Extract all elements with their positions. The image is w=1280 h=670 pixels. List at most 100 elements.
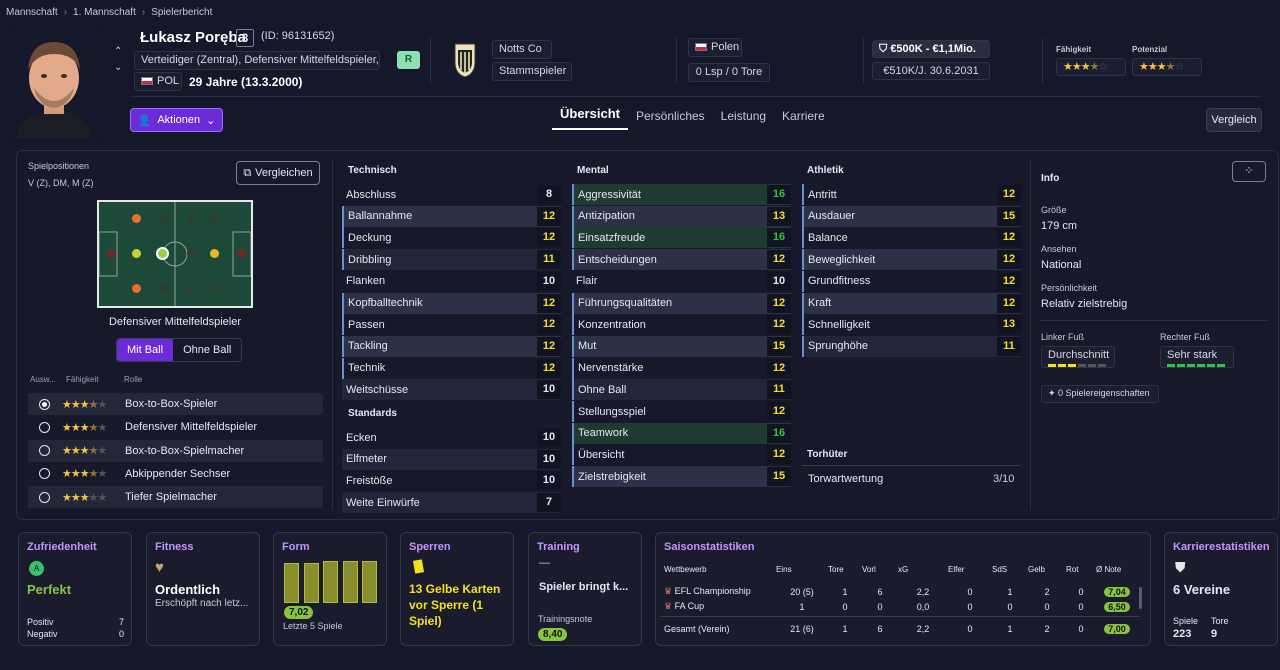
country-name: Polen — [711, 41, 740, 53]
career-title: Karrierestatistiken — [1173, 541, 1270, 553]
role-badge: R — [397, 51, 420, 69]
season-cell: 0 — [1078, 601, 1084, 612]
role-radio[interactable] — [39, 421, 50, 433]
bans-card[interactable]: Sperren 13 Gelbe Karten vor Sperre (1 Sp… — [400, 532, 514, 646]
attribute-value: 12 — [537, 336, 561, 356]
form-card[interactable]: Form 7,02 Letzte 5 Spiele — [273, 532, 387, 646]
role-name: Abkippender Sechser — [125, 467, 231, 480]
position-dot — [132, 214, 141, 223]
season-cell: 0 — [1078, 623, 1084, 634]
negative-value: 0 — [119, 629, 125, 639]
attribute-name: Antizipation — [578, 210, 635, 223]
role-row[interactable]: ★★★★★ Box-to-Box-Spielmacher — [28, 439, 323, 462]
tab-personal[interactable]: Persönliches — [628, 106, 713, 130]
training-card[interactable]: Training — Spieler bringt k... Trainings… — [528, 532, 642, 646]
breadcrumb-item[interactable]: 1. Mannschaft — [73, 7, 136, 18]
season-rating: 7,00 — [1104, 623, 1130, 634]
attribute-row: Stellungsspiel 12 — [572, 401, 791, 422]
attribute-value: 11 — [767, 380, 791, 400]
season-cell: 0 — [842, 601, 848, 612]
player-age: 29 Jahre (13.3.2000) — [189, 75, 303, 89]
tab-overview[interactable]: Übersicht — [552, 106, 628, 130]
club-name[interactable]: Notts Co — [492, 40, 552, 59]
role-radio[interactable] — [39, 491, 50, 503]
fitness-card[interactable]: Fitness ♥ Ordentlich Erschöpft nach letz… — [146, 532, 260, 646]
role-row[interactable]: ★★★★★ Abkippender Sechser — [28, 463, 323, 485]
reputation-label: Ansehen — [1041, 244, 1077, 254]
season-title: Saisonstatistiken — [664, 541, 755, 553]
season-row[interactable]: ♛ EFL Championship 20 (5) 1 6 2,2 0 1 2 0 7,04 — [664, 584, 1138, 599]
attribute-row: Mut 15 — [572, 335, 791, 357]
market-value: ⛉ €500K - €1,1Mio. — [872, 40, 990, 58]
tab-career[interactable]: Karriere — [774, 106, 833, 130]
form-rating-pill: 7,02 — [284, 606, 314, 619]
chevron-down-icon[interactable]: ⌄ — [114, 60, 122, 76]
country-box[interactable]: Polen — [688, 38, 742, 57]
chevron-down-icon: ⌄ — [206, 114, 216, 127]
season-header-cell: Tore — [828, 565, 844, 574]
season-table: Wettbewerb Eins Tore Vorl xG Elfer SdS Gelb Rot Ø… — [664, 565, 1138, 574]
season-row[interactable]: ♛ FA Cup 1 0 0 0,0 0 0 0 0 6,50 — [664, 599, 1138, 614]
role-row[interactable]: ★★★★★ Defensiver Mittelfeldspieler — [28, 416, 323, 438]
attribute-name: Übersicht — [578, 448, 625, 461]
attribute-value: 12 — [767, 250, 791, 270]
mental-title: Mental — [577, 165, 609, 176]
attribute-row: Übersicht 12 — [572, 444, 791, 466]
gk-rating-value: 3/10 — [993, 473, 1015, 485]
info-settings-icon[interactable]: ⁘ — [1232, 161, 1266, 182]
role-row[interactable]: ★★★★★ Tiefer Spielmacher — [28, 486, 323, 509]
attribute-name: Weitschüsse — [346, 383, 409, 396]
player-traits[interactable]: ✦ 0 Spielereigenschaften — [1041, 385, 1159, 403]
attribute-value: 12 — [997, 271, 1021, 291]
club-crest-icon[interactable] — [452, 42, 478, 81]
tab-performance[interactable]: Leistung — [713, 106, 774, 130]
right-foot-value: Sehr stark — [1160, 346, 1234, 368]
attribute-value: 7 — [537, 493, 561, 513]
career-card[interactable]: Karrierestatistiken ⛊ 6 Vereine Spiele 2… — [1164, 532, 1278, 646]
heart-icon: ♥ — [155, 559, 164, 576]
without-ball-toggle[interactable]: Ohne Ball — [173, 339, 241, 361]
attribute-name: Ohne Ball — [578, 383, 627, 396]
breadcrumb-item[interactable]: Mannschaft — [6, 7, 58, 18]
season-header-cell: Gelb — [1028, 565, 1045, 574]
negative-label: Negativ — [27, 629, 58, 639]
personality-label: Persönlichkeit — [1041, 283, 1098, 293]
with-ball-toggle[interactable]: Mit Ball — [117, 339, 174, 361]
chevron-up-icon[interactable]: ⌃ — [114, 44, 122, 60]
role-row[interactable]: ★★★★★ Box-to-Box-Spieler — [28, 393, 323, 415]
compare-button[interactable]: Vergleich — [1206, 108, 1262, 132]
attribute-name: Nervenstärke — [578, 362, 644, 375]
attribute-value: 12 — [537, 358, 561, 378]
attribute-value: 12 — [767, 315, 791, 335]
role-radio[interactable] — [39, 398, 50, 410]
attribute-name: Ballannahme — [348, 210, 413, 223]
training-dash: — — [539, 557, 550, 569]
left-foot-value: Durchschnitt — [1041, 346, 1115, 368]
attribute-value: 12 — [537, 206, 561, 226]
position-dot — [187, 214, 196, 223]
actions-button[interactable]: 👤 Aktionen ⌄ — [130, 108, 223, 132]
athletic-title: Athletik — [807, 165, 844, 176]
season-header-cell: Rot — [1066, 565, 1079, 574]
role-stars: ★★★★★ — [62, 491, 107, 504]
left-foot-label: Linker Fuß — [1041, 332, 1085, 342]
attribute-row: Schnelligkeit 13 — [802, 314, 1021, 336]
compare-positions-button[interactable]: ⧉ Vergleichen — [236, 161, 320, 185]
attribute-value: 12 — [997, 250, 1021, 270]
attribute-value: 13 — [767, 206, 791, 226]
attribute-row: Deckung 12 — [342, 227, 561, 249]
attribute-value: 12 — [997, 228, 1021, 248]
season-stats-card[interactable]: Saisonstatistiken Wettbewerb Eins Tore Vorl… — [655, 532, 1151, 646]
scrollbar[interactable] — [1139, 587, 1142, 609]
role-radio[interactable] — [39, 445, 50, 457]
attribute-row: Entscheidungen 12 — [572, 249, 791, 271]
attribute-name: Konzentration — [578, 318, 646, 331]
attribute-row: Konzentration 12 — [572, 314, 791, 336]
col-ability: Fähigkeit — [66, 375, 99, 384]
attribute-row: Balance 12 — [802, 227, 1021, 249]
shirt-number: 3 — [236, 29, 254, 47]
height-label: Größe — [1041, 205, 1067, 215]
role-radio[interactable] — [39, 468, 50, 480]
satisfaction-card[interactable]: Zufriedenheit A Perfekt Positiv 7 Negati… — [18, 532, 132, 646]
attribute-name: Zielstrebigkeit — [578, 470, 646, 483]
